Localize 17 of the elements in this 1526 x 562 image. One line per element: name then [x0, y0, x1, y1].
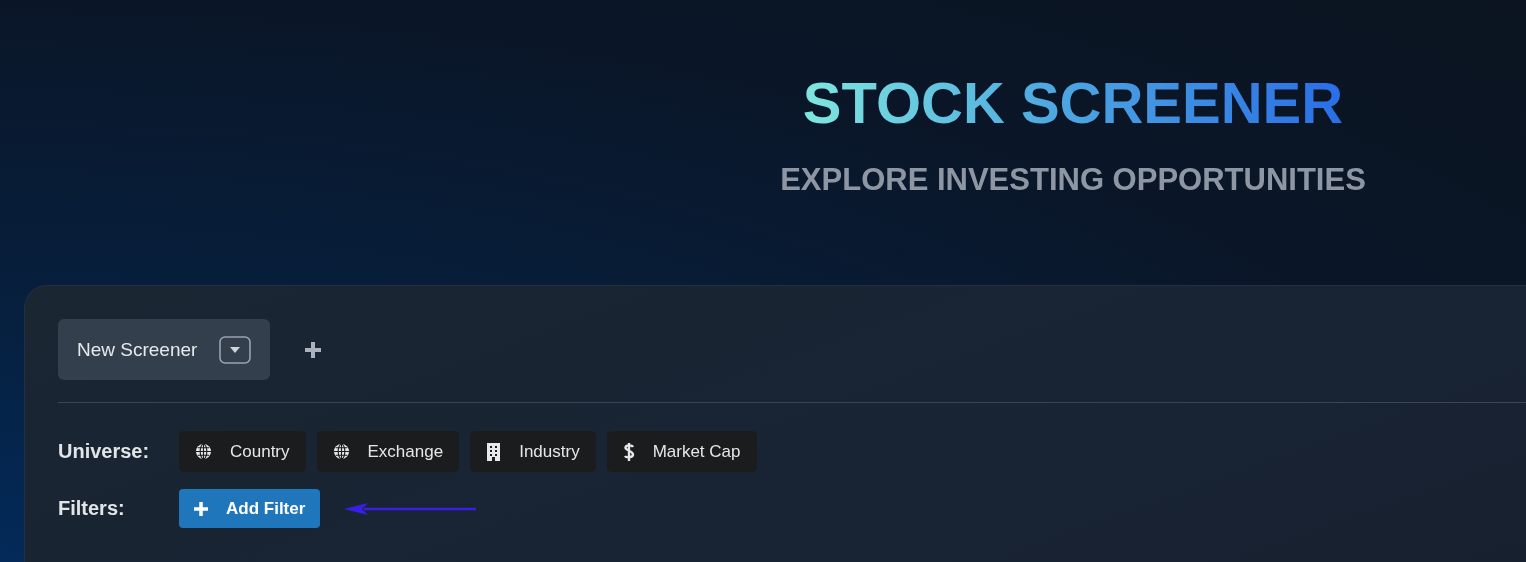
universe-chip[interactable]: Country [179, 431, 306, 472]
screener-tab[interactable]: New Screener [58, 319, 271, 380]
universe-label: Universe: [58, 440, 151, 463]
page-subtitle: EXPLORE INVESTING OPPORTUNITIES [780, 162, 1366, 198]
add-tab-icon[interactable] [304, 340, 323, 359]
building-icon [486, 442, 502, 461]
plus-icon [194, 501, 208, 516]
universe-chip[interactable]: Exchange [316, 431, 460, 472]
universe-chip[interactable]: Market Cap [606, 431, 757, 472]
universe-chip[interactable]: Industry [470, 431, 596, 472]
filters-label: Filters: [58, 497, 126, 520]
tab-label: New Screener [77, 338, 198, 361]
globe-icon [332, 443, 350, 460]
dropdown-icon[interactable] [219, 335, 252, 364]
dollar-icon [622, 441, 635, 462]
add-filter-button[interactable]: Add Filter [179, 489, 321, 528]
globe-icon [195, 443, 212, 460]
